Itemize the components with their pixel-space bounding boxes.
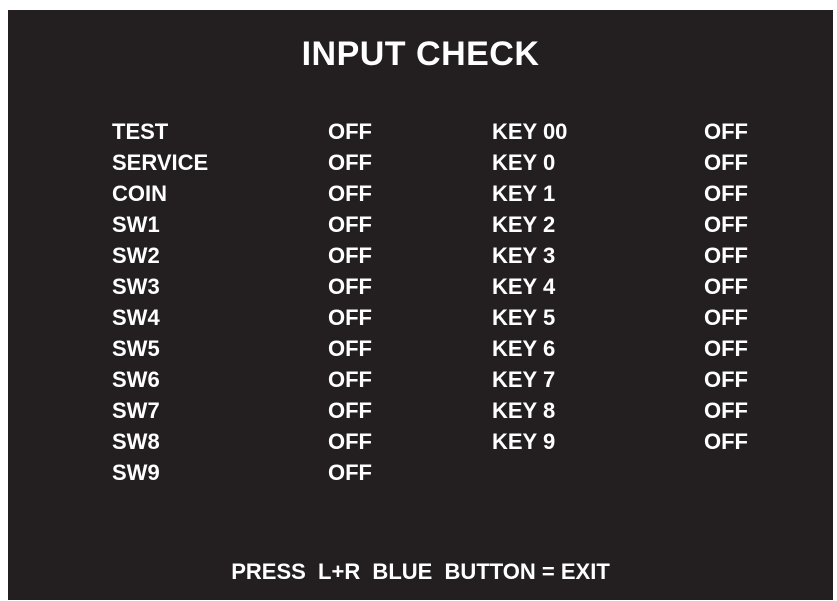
input-name: SW3 [112,274,160,299]
left-input-list: TEST OFF SERVICE OFF COIN OFF SW1 OFF SW… [112,116,412,488]
input-row: SW7 OFF [112,395,412,426]
input-name: KEY 9 [492,429,556,454]
input-state: OFF [704,367,748,392]
input-row: SW4 OFF [112,302,412,333]
input-row: KEY 4 OFF [492,271,792,302]
input-state: OFF [704,212,748,237]
input-name: KEY 1 [492,181,556,206]
input-state: OFF [704,398,748,423]
input-row: SW6 OFF [112,364,412,395]
input-row: TEST OFF [112,116,412,147]
input-state: OFF [328,243,372,268]
input-row: SW2 OFF [112,240,412,271]
input-name: KEY 7 [492,367,556,392]
input-row: KEY 7 OFF [492,364,792,395]
input-state: OFF [704,336,748,361]
input-state: OFF [328,150,372,175]
input-state: OFF [704,119,748,144]
input-row: SW9 OFF [112,457,412,488]
input-state: OFF [328,212,372,237]
input-name: SERVICE [112,150,209,175]
exit-instruction: PRESS L+R BLUE BUTTON = EXIT [231,559,610,584]
input-state: OFF [328,181,372,206]
input-state: OFF [704,274,748,299]
input-state: OFF [704,429,748,454]
input-row: KEY 8 OFF [492,395,792,426]
input-name: KEY 3 [492,243,556,268]
input-name: COIN [112,181,167,206]
input-row: SERVICE OFF [112,147,412,178]
input-row: KEY 0 OFF [492,147,792,178]
input-name: TEST [112,119,169,144]
input-name: SW7 [112,398,160,423]
input-row: SW8 OFF [112,426,412,457]
input-state: OFF [328,429,372,454]
input-row: SW5 OFF [112,333,412,364]
input-row: KEY 3 OFF [492,240,792,271]
input-state: OFF [328,460,372,485]
input-name: KEY 00 [492,119,568,144]
input-name: KEY 6 [492,336,556,361]
input-name: KEY 4 [492,274,556,299]
input-name: KEY 0 [492,150,556,175]
input-row: KEY 9 OFF [492,426,792,457]
input-state: OFF [328,367,372,392]
input-name: SW6 [112,367,160,392]
input-name: SW9 [112,460,160,485]
input-row: KEY 6 OFF [492,333,792,364]
right-input-list: KEY 00 OFF KEY 0 OFF KEY 1 OFF KEY 2 OFF… [492,116,792,457]
input-row: KEY 2 OFF [492,209,792,240]
input-state: OFF [704,243,748,268]
input-state: OFF [704,181,748,206]
input-state: OFF [704,305,748,330]
input-name: SW1 [112,212,160,237]
input-name: KEY 5 [492,305,556,330]
input-row: KEY 00 OFF [492,116,792,147]
input-row: KEY 5 OFF [492,302,792,333]
input-name: SW8 [112,429,160,454]
input-name: KEY 8 [492,398,556,423]
input-state: OFF [704,150,748,175]
input-state: OFF [328,274,372,299]
input-state: OFF [328,398,372,423]
input-check-screen: INPUT CHECK TEST OFF SERVICE OFF COIN OF… [8,10,833,600]
input-row: COIN OFF [112,178,412,209]
input-name: KEY 2 [492,212,556,237]
input-name: SW5 [112,336,160,361]
input-row: SW3 OFF [112,271,412,302]
input-state: OFF [328,305,372,330]
input-row: KEY 1 OFF [492,178,792,209]
input-row: SW1 OFF [112,209,412,240]
input-name: SW2 [112,243,160,268]
page-title: INPUT CHECK [301,35,540,73]
input-name: SW4 [112,305,160,330]
input-state: OFF [328,119,372,144]
input-state: OFF [328,336,372,361]
